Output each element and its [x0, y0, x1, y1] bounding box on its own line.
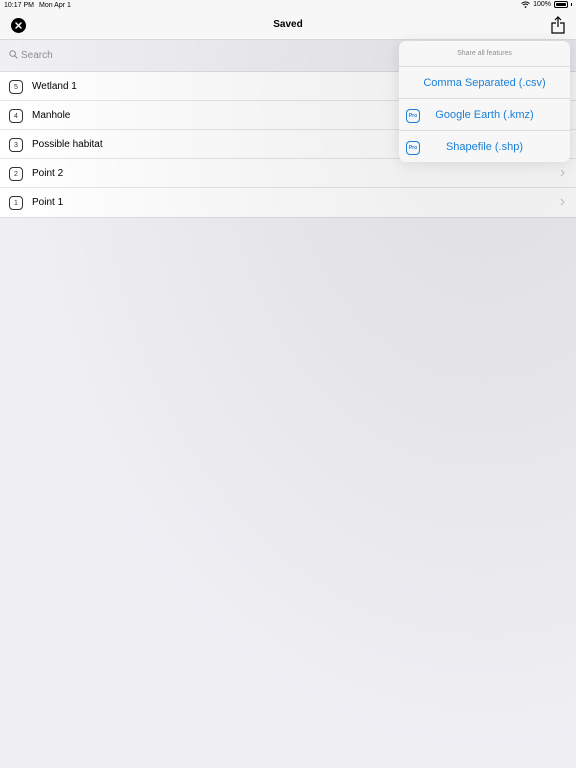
status-time: 10:17 PM [4, 2, 34, 9]
battery-icon [554, 1, 568, 8]
list-item[interactable]: 1 Point 1 [0, 188, 576, 217]
item-label: Possible habitat [32, 139, 103, 150]
item-label: Manhole [32, 110, 71, 121]
page-title: Saved [273, 19, 303, 30]
share-icon[interactable] [551, 16, 565, 34]
number-badge: 5 [9, 80, 23, 94]
battery-percent: 100% [533, 1, 551, 8]
option-label: Shapefile (.shp) [445, 141, 524, 153]
item-label: Point 1 [32, 197, 64, 208]
search-icon [9, 50, 18, 59]
list-item[interactable]: 2 Point 2 [0, 159, 576, 188]
number-badge: 1 [9, 196, 23, 210]
chevron-right-icon [560, 169, 565, 177]
share-popover: Share all features Comma Separated (.csv… [399, 41, 570, 162]
share-shp-option[interactable]: Pro Shapefile (.shp) [399, 131, 570, 163]
item-label: Wetland 1 [32, 81, 77, 92]
chevron-right-icon [560, 198, 565, 206]
battery-tip [571, 3, 572, 6]
number-badge: 4 [9, 109, 23, 123]
item-label: Point 2 [32, 168, 64, 179]
share-kmz-option[interactable]: Pro Google Earth (.kmz) [399, 99, 570, 131]
wifi-icon [521, 1, 530, 8]
status-date: Mon Apr 1 [39, 2, 71, 9]
nav-bar: Saved [0, 11, 576, 40]
pro-badge: Pro [406, 109, 420, 123]
search-input[interactable] [21, 48, 321, 62]
popover-header: Share all features [399, 41, 570, 67]
number-badge: 3 [9, 138, 23, 152]
status-bar: 10:17 PM Mon Apr 1 100% [0, 0, 576, 11]
pro-badge: Pro [406, 141, 420, 155]
option-label: Comma Separated (.csv) [423, 76, 546, 89]
status-right: 100% [521, 1, 572, 8]
share-csv-option[interactable]: Comma Separated (.csv) [399, 67, 570, 99]
number-badge: 2 [9, 167, 23, 181]
option-label: Google Earth (.kmz) [435, 108, 534, 121]
